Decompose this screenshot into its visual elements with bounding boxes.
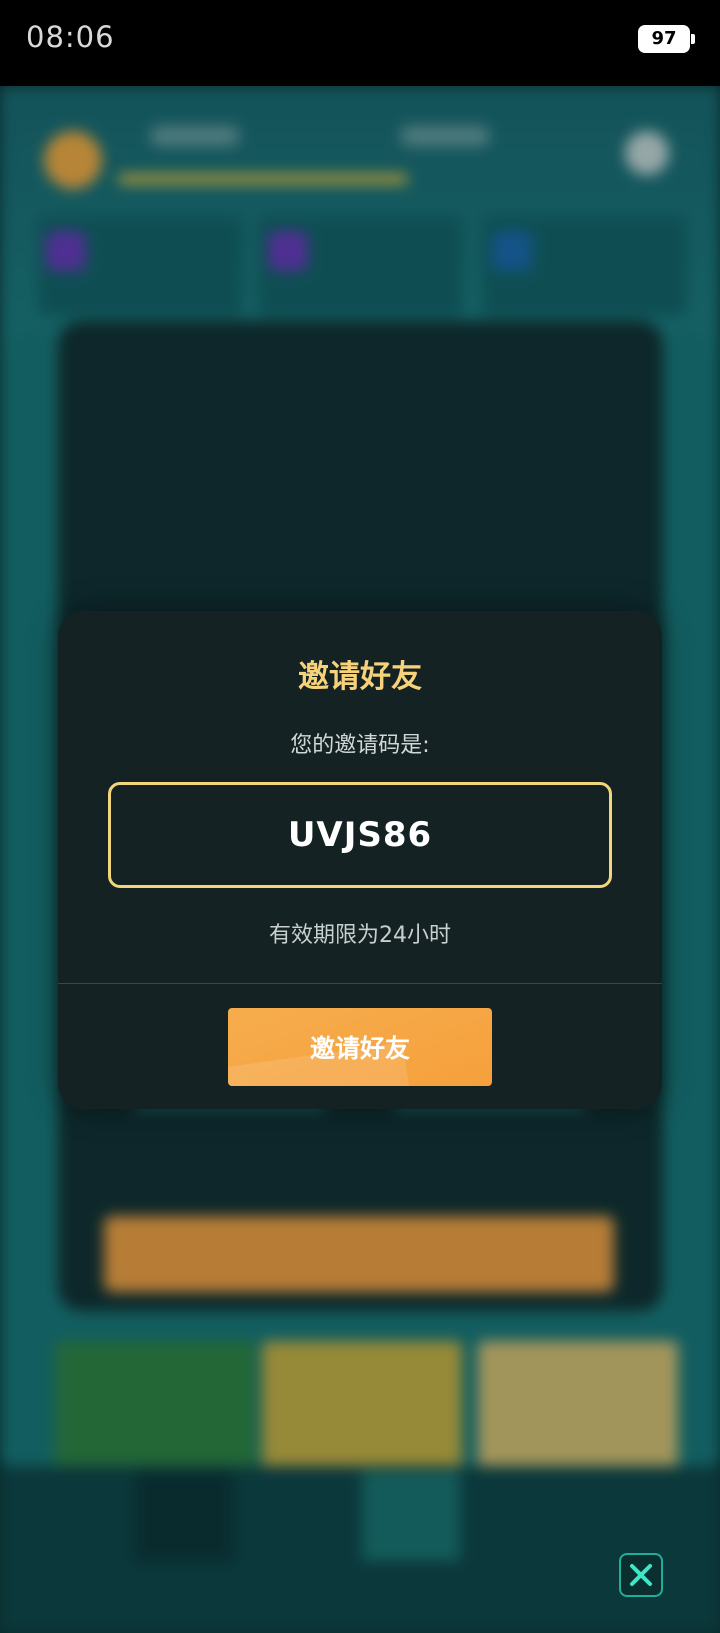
battery-icon: 97: [638, 25, 695, 53]
validity-text: 有效期限为24小时: [269, 923, 451, 948]
invite-code-box[interactable]: UVJS86: [108, 782, 612, 888]
invite-button-label: 邀请好友: [309, 1034, 410, 1063]
status-bar: 08:06 97: [0, 0, 720, 86]
invite-code[interactable]: UVJS86: [288, 815, 432, 855]
invite-dialog: 邀请好友 您的邀请码是: UVJS86 有效期限为24小时 邀请好友: [58, 611, 662, 1109]
close-button[interactable]: [619, 1553, 663, 1597]
status-time: 08:06: [26, 20, 115, 54]
dialog-title: 邀请好友: [298, 659, 422, 695]
divider: [58, 983, 662, 984]
invite-code-label: 您的邀请码是:: [290, 733, 430, 758]
close-x-icon: [630, 1564, 652, 1586]
invite-friends-button[interactable]: 邀请好友: [228, 1008, 492, 1086]
